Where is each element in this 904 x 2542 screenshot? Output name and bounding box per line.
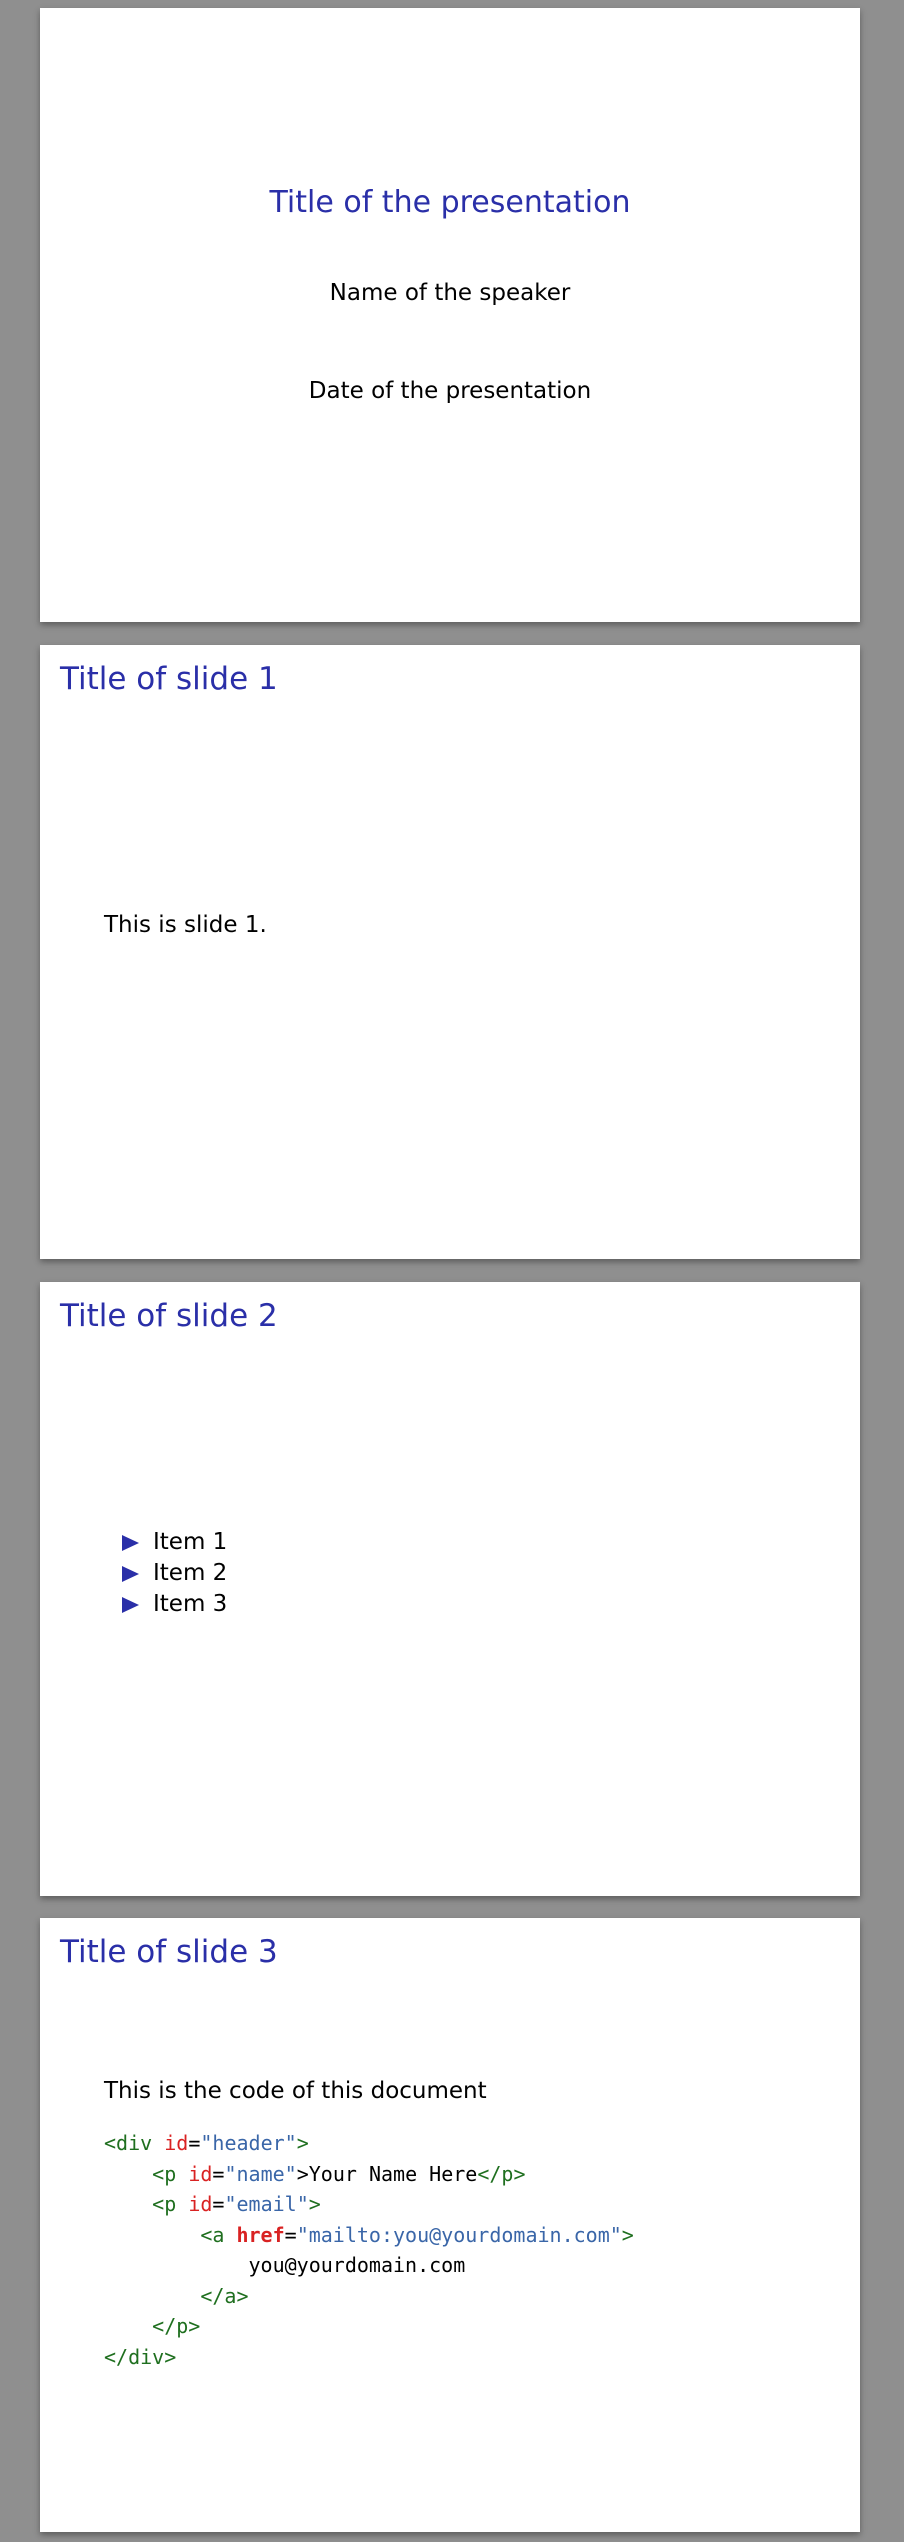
bullet-list: Item 1 Item 2 Item 3 <box>122 1527 227 1620</box>
list-item: Item 2 <box>122 1558 227 1589</box>
code-token: <p <box>152 2161 177 2186</box>
list-item-label: Item 1 <box>153 1529 228 1555</box>
list-item: Item 1 <box>122 1527 227 1558</box>
speaker-name: Name of the speaker <box>329 280 571 306</box>
list-item-label: Item 3 <box>153 1591 228 1617</box>
triangle-bullet-icon <box>122 1596 139 1613</box>
code-token: </a> <box>200 2283 249 2308</box>
title-slide: Title of the presentation Name of the sp… <box>40 8 860 622</box>
code-token: > <box>296 2131 309 2155</box>
slide-3: Title of slide 3 This is the code of thi… <box>40 1918 860 2532</box>
code-token: "email" <box>224 2192 309 2216</box>
code-token: > <box>308 2192 321 2216</box>
code-intro-text: This is the code of this document <box>104 2078 487 2104</box>
slide-title: Title of slide 1 <box>60 661 278 697</box>
code-token: </div> <box>104 2344 177 2369</box>
code-block: <div id="header"> <p id="name">Your Name… <box>104 2131 634 2369</box>
code-token: <a <box>200 2222 225 2247</box>
code-token: "mailto:you@yourdomain.com" <box>296 2222 622 2247</box>
code-token: id <box>188 2192 213 2216</box>
presentation-title: Title of the presentation <box>269 185 631 220</box>
slide-1: Title of slide 1 This is slide 1. <box>40 645 860 1259</box>
code-token: </p> <box>152 2314 201 2338</box>
slide-text: This is slide 1. <box>104 912 267 938</box>
slide-title: Title of slide 3 <box>60 1934 278 1970</box>
code-token: >Your Name Here <box>296 2161 478 2186</box>
triangle-bullet-icon <box>122 1565 139 1582</box>
code-token: > <box>621 2222 634 2247</box>
list-item: Item 3 <box>122 1589 227 1620</box>
slide-2: Title of slide 2 Item 1 Item 2 Item 3 <box>40 1282 860 1896</box>
slide-title: Title of slide 2 <box>60 1298 278 1334</box>
code-token: "name" <box>224 2161 297 2186</box>
code-token: </p> <box>477 2161 526 2186</box>
code-token: "header" <box>200 2131 297 2155</box>
code-token: href <box>236 2222 285 2247</box>
presentation-date: Date of the presentation <box>308 378 592 404</box>
code-token: id <box>164 2131 189 2155</box>
code-token: <p <box>152 2192 177 2216</box>
code-token: <div <box>104 2131 153 2155</box>
list-item-label: Item 2 <box>153 1560 228 1586</box>
triangle-bullet-icon <box>122 1534 139 1551</box>
code-token: id <box>188 2161 213 2186</box>
code-token: you@yourdomain.com <box>248 2253 466 2277</box>
